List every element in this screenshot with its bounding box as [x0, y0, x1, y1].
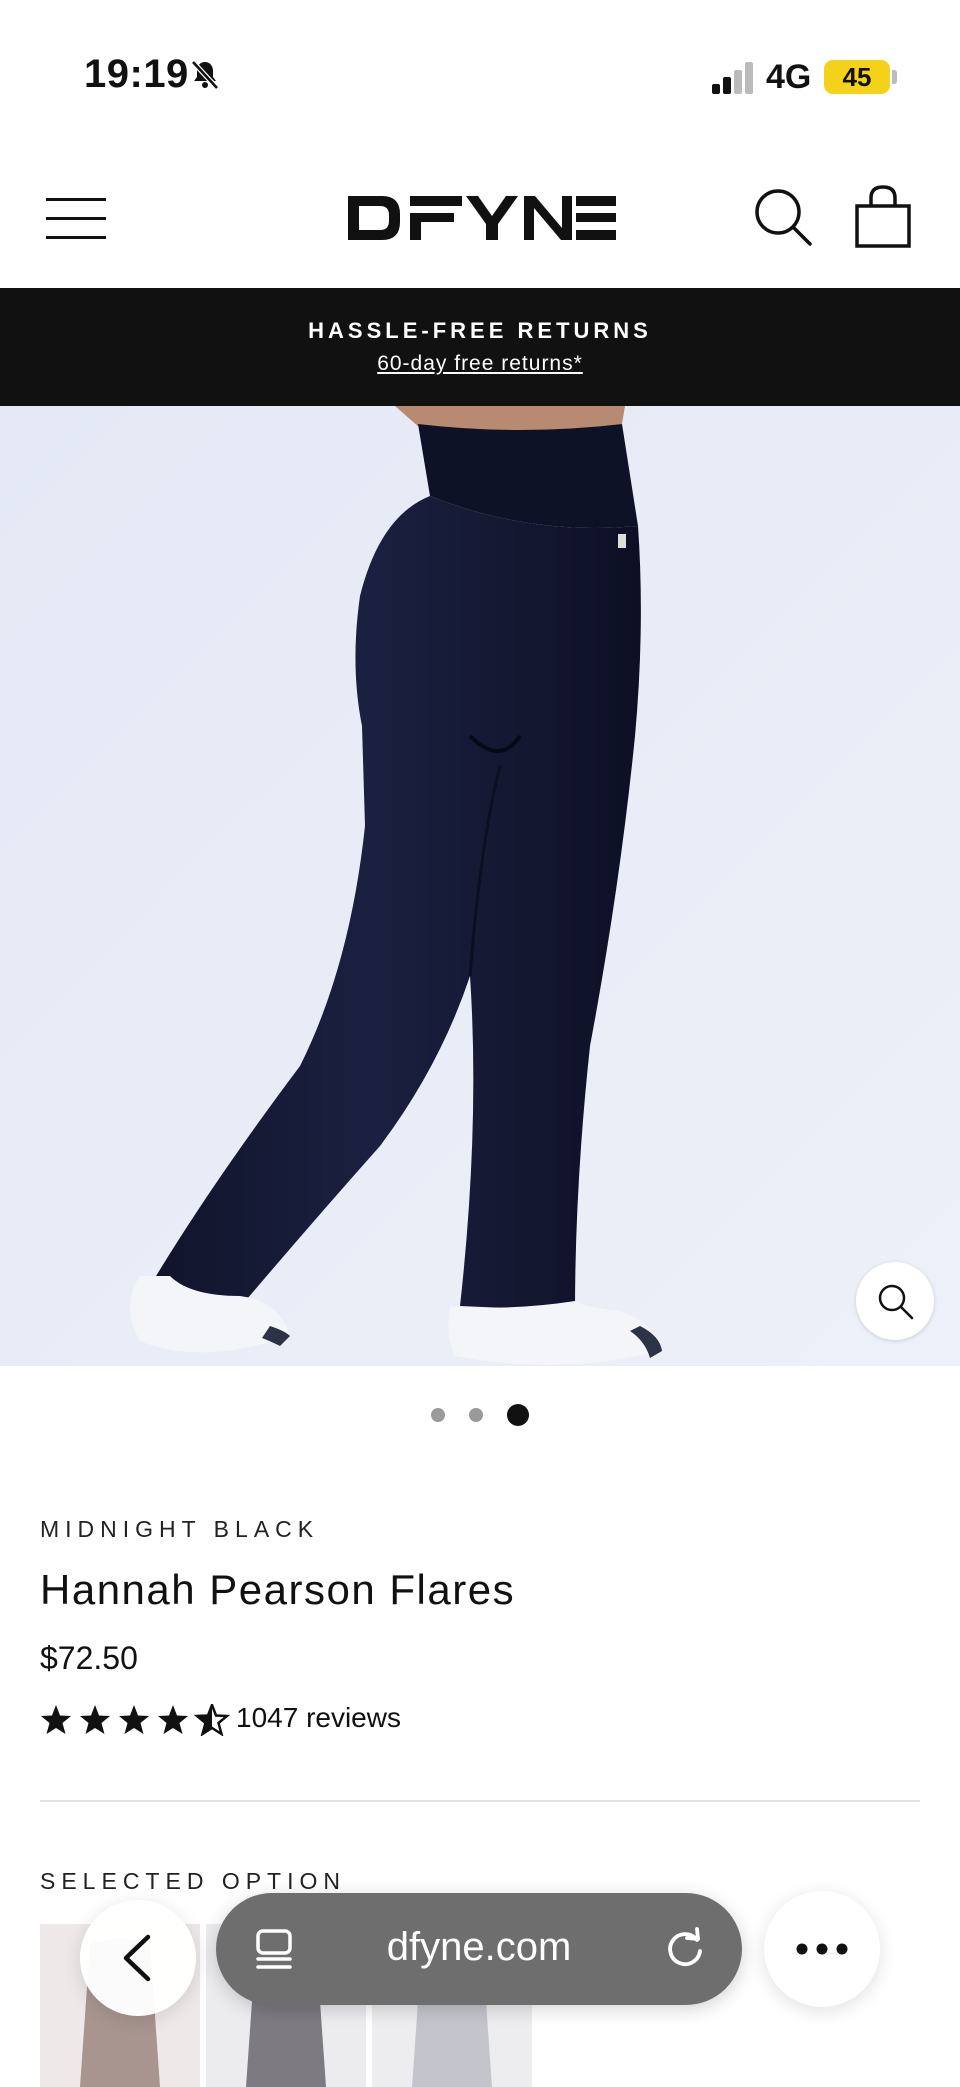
returns-link[interactable]: 60-day free returns* [0, 352, 960, 376]
search-icon[interactable] [752, 186, 814, 248]
product-price: $72.50 [40, 1640, 138, 1676]
gallery-dot-2[interactable] [469, 1408, 483, 1422]
zoom-button[interactable] [856, 1262, 934, 1340]
bag-icon[interactable] [850, 184, 916, 250]
announcement-bar: HASSLE-FREE RETURNS 60-day free returns* [0, 288, 960, 406]
more-button[interactable] [764, 1891, 880, 2007]
dfyne-logo[interactable] [340, 178, 620, 258]
chevron-left-icon [123, 1934, 151, 1982]
battery-cap [892, 70, 897, 84]
review-count[interactable]: 1047 reviews [236, 1702, 401, 1734]
reload-icon[interactable] [664, 1927, 706, 1969]
bell-muted-icon [191, 60, 219, 90]
product-photo [0, 406, 960, 1366]
battery-level: 45 [842, 62, 872, 92]
gallery-dot-1[interactable] [431, 1408, 445, 1422]
zoom-icon [878, 1284, 914, 1320]
status-time: 19:19 [84, 52, 189, 96]
status-bar: 19:19 4G 45 [0, 0, 960, 150]
battery-icon: 45 [824, 60, 890, 94]
gallery-dot-3[interactable] [507, 1404, 529, 1426]
product-title: Hannah Pearson Flares [40, 1566, 516, 1613]
product-image[interactable] [0, 406, 960, 1366]
more-dots-icon [796, 1943, 848, 1955]
back-button[interactable] [80, 1900, 196, 2016]
site-header [0, 150, 960, 288]
divider [40, 1800, 920, 1802]
announcement-title: HASSLE-FREE RETURNS [308, 318, 652, 343]
network-label: 4G [766, 58, 812, 96]
address-bar[interactable]: dfyne.com [216, 1893, 742, 2005]
browser-toolbar: dfyne.com [0, 1870, 960, 2087]
product-color: MIDNIGHT BLACK [40, 1516, 320, 1542]
rating-stars [41, 1704, 229, 1736]
menu-icon[interactable] [44, 194, 108, 244]
gallery-pagination [0, 1400, 960, 1430]
signal-icon [712, 62, 753, 94]
